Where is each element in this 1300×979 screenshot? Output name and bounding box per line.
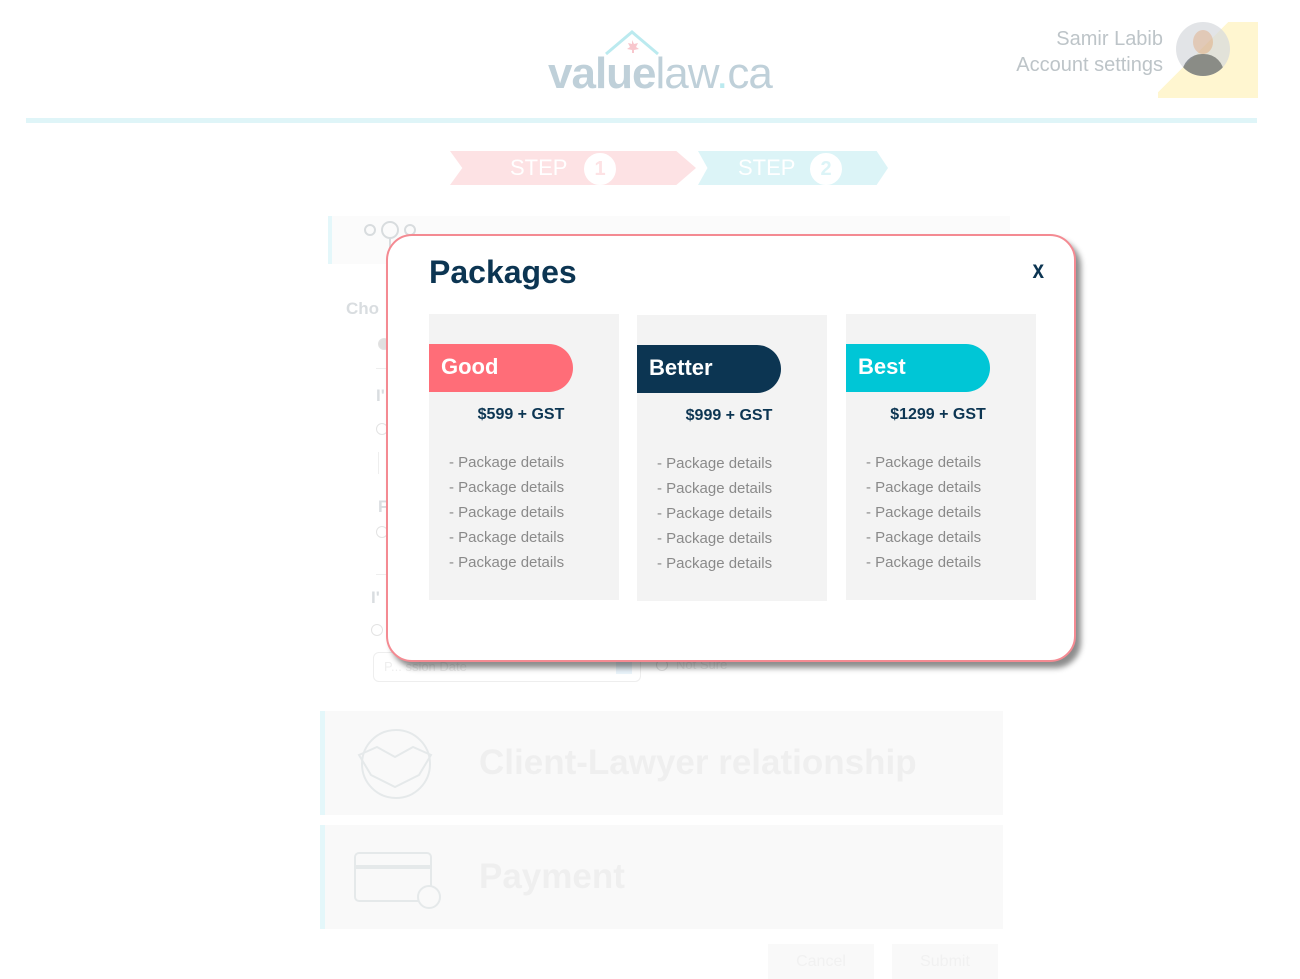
- list-item: - Package details: [866, 454, 982, 471]
- credit-card-icon: [354, 852, 441, 909]
- list-item: - Package details: [657, 480, 773, 497]
- header-divider: [26, 118, 1257, 123]
- step-1-indicator[interactable]: STEP 1: [450, 151, 696, 185]
- list-item: - Package details: [866, 529, 982, 546]
- payment-section[interactable]: Payment: [320, 825, 1003, 929]
- list-item: - Package details: [866, 479, 982, 496]
- package-details-list: - Package details - Package details - Pa…: [449, 450, 564, 575]
- package-price: $1299 + GST: [890, 406, 986, 423]
- avatar[interactable]: [1176, 22, 1230, 76]
- list-item: - Package details: [657, 455, 773, 472]
- step-1-label: STEP: [510, 155, 568, 180]
- package-details-list: - Package details - Package details - Pa…: [866, 450, 981, 575]
- package-details-list: - Package details - Package details - Pa…: [657, 451, 772, 576]
- user-name: Samir Labib: [1056, 28, 1163, 50]
- logo-wordmark: valuelaw.ca: [548, 49, 773, 98]
- list-item: - Package details: [866, 504, 982, 521]
- modal-title: Packages: [429, 254, 577, 290]
- package-name: Better: [649, 355, 713, 380]
- list-item: - Package details: [449, 529, 565, 546]
- calendar-icon[interactable]: [616, 660, 632, 674]
- faint-input-edge: [378, 452, 379, 474]
- package-price: $599 + GST: [477, 406, 565, 423]
- list-item: - Package details: [657, 555, 773, 572]
- package-name: Best: [858, 354, 906, 379]
- client-lawyer-title: Client-Lawyer relationship: [479, 743, 917, 782]
- package-tag-better: Better: [637, 345, 781, 393]
- faint-divider: [376, 574, 386, 575]
- package-card-good[interactable]: Good $599 + GST - Package details - Pack…: [429, 314, 619, 600]
- step-2-number: 2: [810, 153, 842, 185]
- step-2-label: STEP: [738, 155, 796, 180]
- avatar-face: [1193, 30, 1213, 54]
- package-card-better[interactable]: Better $999 + GST - Package details - Pa…: [637, 315, 827, 601]
- package-tag-best: Best: [846, 344, 990, 392]
- faint-divider: [376, 368, 386, 369]
- step-1-number: 1: [584, 153, 616, 185]
- packages-modal: Packages x Good $599 + GST - Package det…: [386, 234, 1076, 662]
- package-price: $999 + GST: [685, 407, 773, 424]
- list-item: - Package details: [449, 454, 565, 471]
- payment-title: Payment: [479, 857, 625, 896]
- faint-question-3: I': [371, 588, 380, 607]
- list-item: - Package details: [449, 504, 565, 521]
- package-tag-good: Good: [429, 344, 573, 392]
- package-name: Good: [441, 354, 499, 379]
- user-menu[interactable]: Samir Labib Account settings: [1016, 26, 1163, 78]
- close-button[interactable]: x: [1032, 254, 1044, 285]
- submit-button[interactable]: Submit: [892, 944, 998, 979]
- cancel-button[interactable]: Cancel: [768, 944, 874, 979]
- list-item: - Package details: [657, 505, 773, 522]
- list-item: - Package details: [866, 554, 982, 571]
- avatar-suit: [1182, 54, 1224, 76]
- faint-question-1: I': [376, 386, 385, 405]
- list-item: - Package details: [657, 530, 773, 547]
- list-item: - Package details: [449, 479, 565, 496]
- package-card-best[interactable]: Best $1299 + GST - Package details - Pac…: [846, 314, 1036, 600]
- choose-label: Cho: [346, 299, 380, 318]
- handshake-icon: [357, 729, 433, 799]
- client-lawyer-section[interactable]: Client-Lawyer relationship: [320, 711, 1003, 815]
- account-settings-link[interactable]: Account settings: [1016, 52, 1163, 78]
- list-item: - Package details: [449, 554, 565, 571]
- valuelaw-logo[interactable]: valuelaw.ca: [548, 28, 788, 98]
- faint-radio-4[interactable]: [371, 624, 383, 636]
- step-2-indicator[interactable]: STEP 2: [698, 151, 888, 185]
